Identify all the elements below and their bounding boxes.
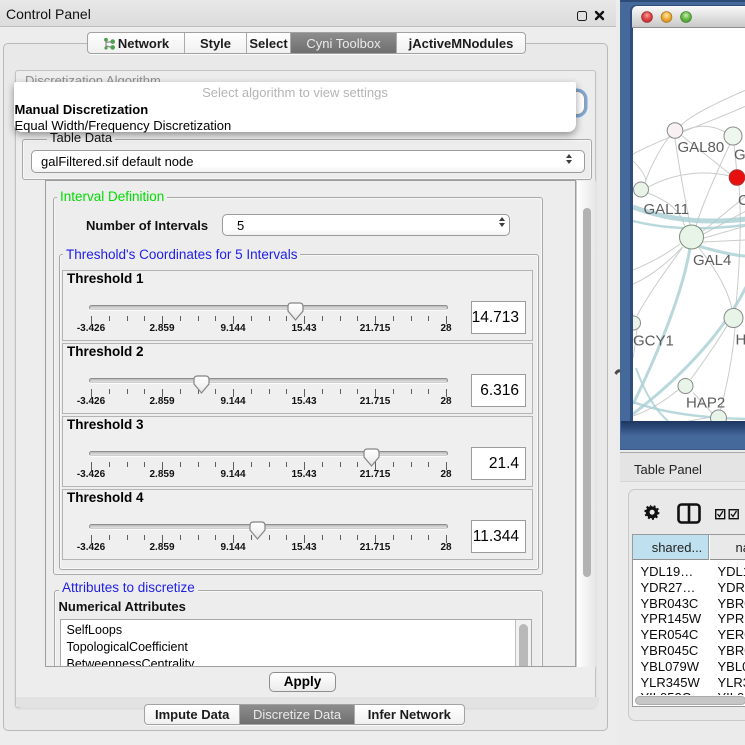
svg-text:G.: G. bbox=[734, 147, 745, 164]
svg-text:H: H bbox=[735, 332, 745, 349]
svg-text:C: C bbox=[738, 192, 745, 209]
svg-text:GAL4: GAL4 bbox=[693, 252, 731, 269]
svg-text:GCY1: GCY1 bbox=[633, 333, 674, 350]
svg-text:GAL80: GAL80 bbox=[677, 139, 724, 156]
svg-text:HAP2: HAP2 bbox=[686, 395, 725, 412]
svg-text:GAL11: GAL11 bbox=[643, 201, 689, 218]
